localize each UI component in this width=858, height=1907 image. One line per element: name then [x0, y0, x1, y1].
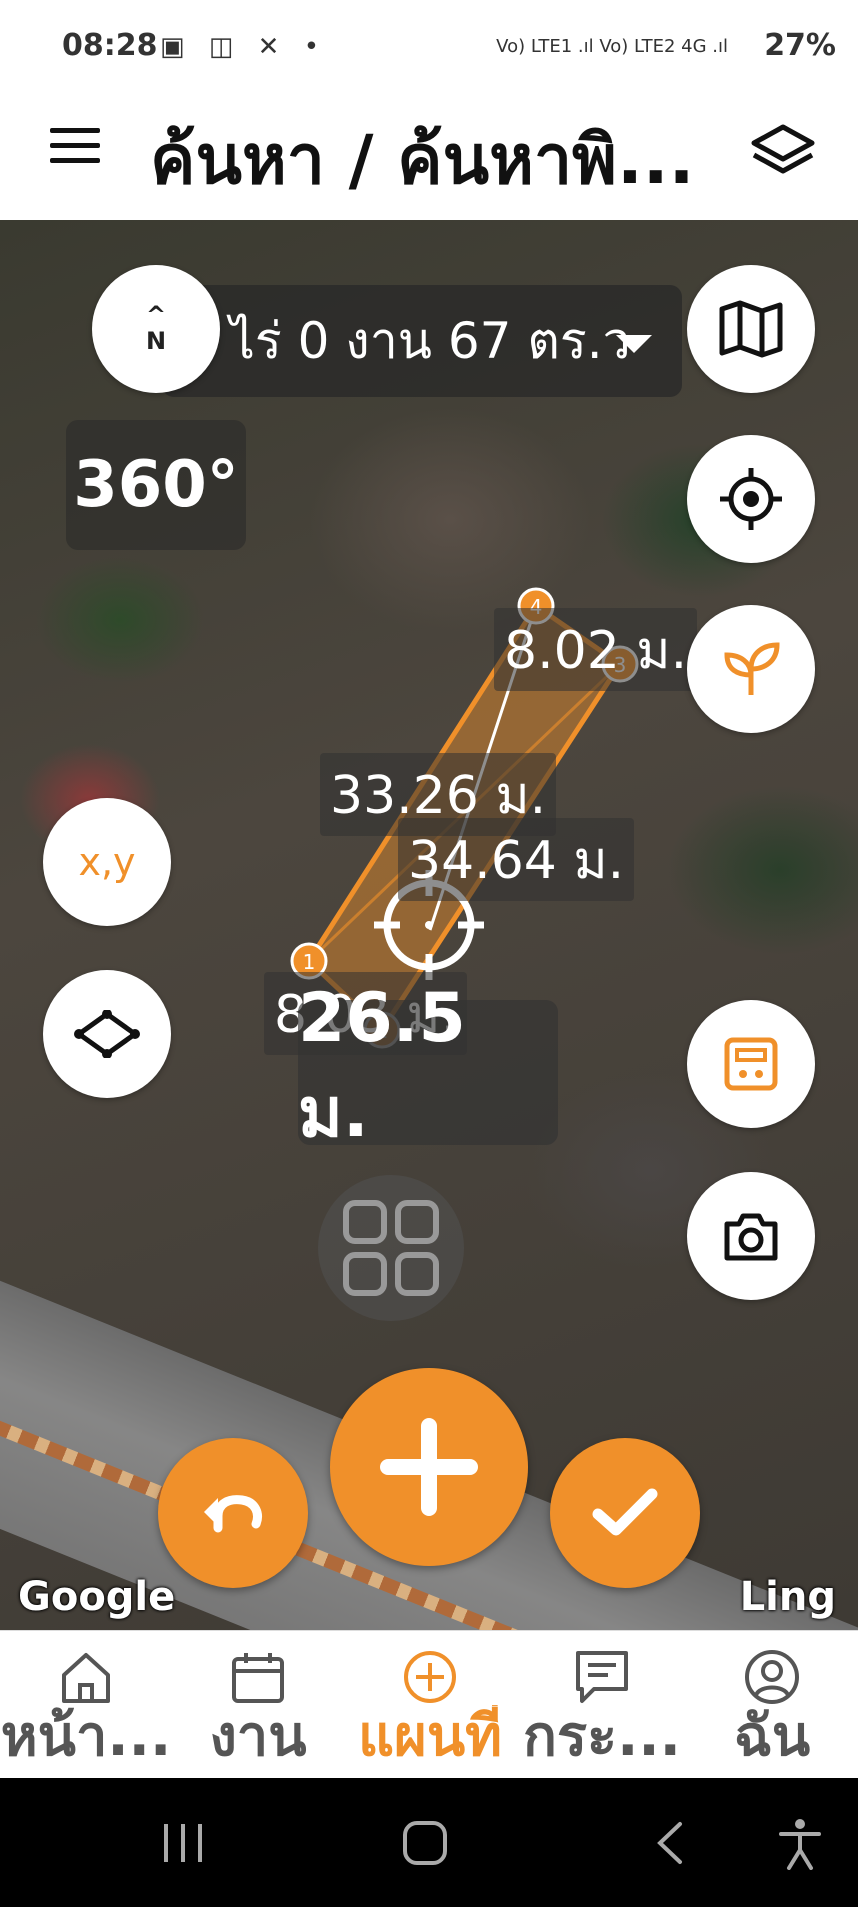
- calendar-icon: [232, 1653, 284, 1703]
- nav-label: แผนที่: [357, 1705, 503, 1769]
- coordinate-button[interactable]: x,y: [43, 798, 171, 926]
- compass-icon[interactable]: ^ N: [92, 265, 220, 393]
- board-icon: [576, 1651, 628, 1703]
- chevron-down-icon[interactable]: [616, 335, 652, 353]
- diagonal-length-label: 34.64 ม.: [398, 818, 635, 901]
- camera-icon: [724, 1213, 778, 1261]
- app-bar: ค้นหา / ค้นหาพิ...: [0, 95, 858, 220]
- layers-icon[interactable]: [748, 115, 818, 185]
- polygon-mode-button[interactable]: [43, 970, 171, 1098]
- back-icon[interactable]: [650, 1818, 690, 1868]
- compass-label: N: [145, 327, 167, 355]
- sprout-icon: [724, 642, 780, 695]
- undo-button[interactable]: [158, 1438, 308, 1588]
- nav-item-board[interactable]: กระ...: [516, 1649, 688, 1769]
- point-label-1: 1: [303, 950, 316, 974]
- hamburger-icon[interactable]: [50, 128, 100, 168]
- nav-label: หน้า...: [0, 1705, 172, 1769]
- map-type-button[interactable]: [687, 265, 815, 393]
- nav-item-work[interactable]: งาน: [172, 1649, 344, 1769]
- home-button-icon[interactable]: [400, 1818, 450, 1868]
- network-indicator: Vo) LTE1 .ıl Vo) LTE2 4G .ıl: [496, 36, 728, 57]
- calculator-button[interactable]: [687, 1000, 815, 1128]
- recent-apps-icon[interactable]: [158, 1818, 208, 1868]
- my-location-button[interactable]: [687, 435, 815, 563]
- side-length-label: 8.02 ม.: [494, 608, 698, 691]
- nav-label: งาน: [209, 1705, 307, 1769]
- grid-icon: [343, 1200, 439, 1296]
- rotation-readout: 360°: [66, 420, 246, 550]
- accessibility-icon[interactable]: [775, 1816, 825, 1870]
- satellite-map[interactable]: 1 2 3 4 8.02 ม. 33.26 ม. 34.64 ม. 8.03 ม…: [0, 220, 858, 1630]
- plus-icon: [380, 1418, 478, 1516]
- grid-toggle-button[interactable]: [318, 1175, 464, 1321]
- status-bar: 08:28 ▣ ◫ ✕ • Vo) LTE1 .ıl Vo) LTE2 4G .…: [0, 0, 858, 95]
- polygon-icon: [74, 1010, 140, 1058]
- user-icon: [745, 1650, 799, 1704]
- status-time: 08:28: [62, 28, 158, 63]
- nav-label: กระ...: [523, 1705, 681, 1769]
- page-title: ค้นหา / ค้นหาพิ...: [150, 121, 695, 200]
- battery-level: 27%: [764, 28, 836, 63]
- current-distance: 26.5 ม.: [298, 979, 558, 1153]
- check-icon: [592, 1488, 658, 1536]
- google-watermark: Google: [18, 1574, 176, 1620]
- plant-button[interactable]: [687, 605, 815, 733]
- crosshair-location-icon: [720, 468, 782, 530]
- confirm-button[interactable]: [550, 1438, 700, 1588]
- map-icon: [719, 300, 783, 358]
- compass-arrow: ^: [145, 301, 167, 329]
- plus-circle-icon: [404, 1651, 456, 1703]
- calculator-icon: [724, 1037, 778, 1091]
- camera-button[interactable]: [687, 1172, 815, 1300]
- bottom-navigation: หน้า... งาน แผนที่ กระ... ฉัน: [0, 1630, 858, 1779]
- nav-item-profile[interactable]: ฉัน: [686, 1649, 858, 1769]
- area-value: 0 ไร่ 0 งาน 67 ตร.ว: [182, 311, 631, 370]
- undo-icon: [204, 1495, 262, 1533]
- system-navigation-bar: [0, 1778, 858, 1907]
- area-summary[interactable]: 0 ไร่ 0 งาน 67 ตร.ว: [162, 285, 682, 397]
- nav-item-map[interactable]: แผนที่: [344, 1649, 516, 1769]
- nav-label: ฉัน: [733, 1705, 811, 1769]
- add-point-button[interactable]: [330, 1368, 528, 1566]
- home-icon: [62, 1653, 110, 1703]
- nav-item-home[interactable]: หน้า...: [0, 1649, 172, 1769]
- xy-label: x,y: [78, 840, 136, 884]
- notification-icons: ▣ ◫ ✕ •: [160, 32, 328, 62]
- ling-watermark: Ling: [739, 1574, 836, 1620]
